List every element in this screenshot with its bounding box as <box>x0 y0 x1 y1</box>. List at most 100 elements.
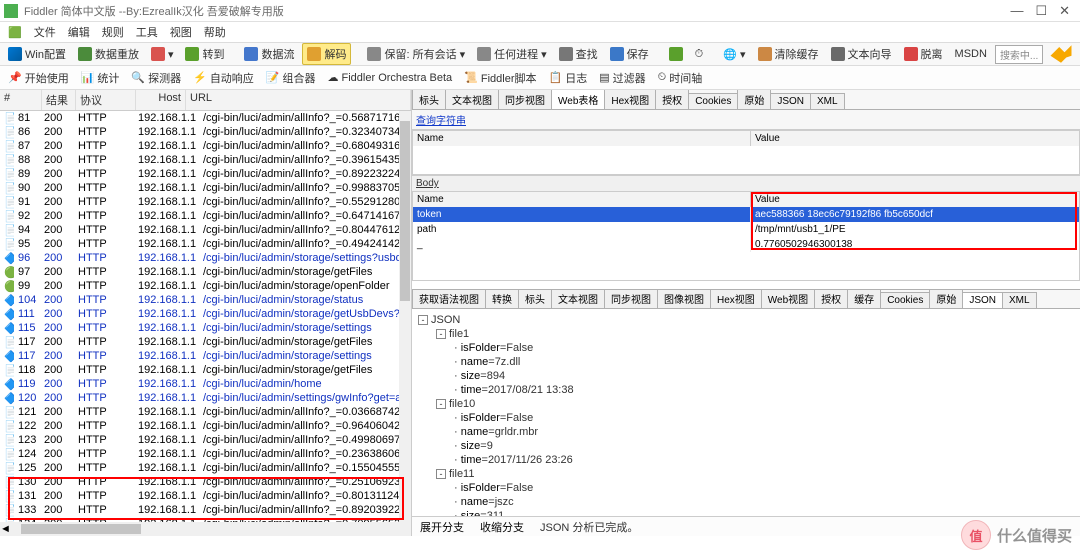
req-tab-9[interactable]: XML <box>810 93 845 109</box>
resp-tab-11[interactable]: 原始 <box>929 289 963 308</box>
session-row[interactable]: 📄95200HTTP192.168.1.1/cgi-bin/luci/admin… <box>0 237 411 251</box>
inspector-tab[interactable]: 🔍 探测器 <box>127 68 185 88</box>
session-row[interactable]: 📄91200HTTP192.168.1.1/cgi-bin/luci/admin… <box>0 195 411 209</box>
session-row[interactable]: 📄94200HTTP192.168.1.1/cgi-bin/luci/admin… <box>0 223 411 237</box>
body-row[interactable]: tokenaec588366 18ec6c79192f86 fb5c650dcf <box>413 207 1079 222</box>
find-button[interactable]: 查找 <box>555 44 602 64</box>
go-button[interactable]: 转到 <box>181 44 228 64</box>
autoresponder-tab[interactable]: ⚡ 自动响应 <box>189 68 258 88</box>
session-row[interactable]: 🟢97200HTTP192.168.1.1/cgi-bin/luci/admin… <box>0 265 411 279</box>
col-host[interactable]: Host <box>136 90 186 110</box>
close-button[interactable]: ✕ <box>1059 3 1070 19</box>
menu-view[interactable]: 视图 <box>170 24 192 40</box>
browser-button[interactable]: 🌐 ▾ <box>719 46 749 63</box>
body-header[interactable]: Body <box>412 175 1080 191</box>
session-row[interactable]: 📄92200HTTP192.168.1.1/cgi-bin/luci/admin… <box>0 209 411 223</box>
resp-tab-0[interactable]: 获取语法视图 <box>412 289 486 308</box>
session-row[interactable]: 📄87200HTTP192.168.1.1/cgi-bin/luci/admin… <box>0 139 411 153</box>
menu-rules[interactable]: 规则 <box>102 24 124 40</box>
menu-tools[interactable]: 工具 <box>136 24 158 40</box>
collapse-button[interactable]: 收缩分支 <box>480 519 524 535</box>
session-row[interactable]: 📄118200HTTP192.168.1.1/cgi-bin/luci/admi… <box>0 363 411 377</box>
session-row[interactable]: 📄134200HTTP192.168.1.1/cgi-bin/luci/admi… <box>0 517 411 522</box>
process-dropdown[interactable]: 任何进程 ▾ <box>473 44 551 64</box>
session-row[interactable]: 🔷96200HTTP192.168.1.1/cgi-bin/luci/admin… <box>0 251 411 265</box>
save-button[interactable]: 保存 <box>606 44 653 64</box>
session-row[interactable]: 🔷120200HTTP192.168.1.1/cgi-bin/luci/admi… <box>0 391 411 405</box>
session-row[interactable]: 📄122200HTTP192.168.1.1/cgi-bin/luci/admi… <box>0 419 411 433</box>
menu-edit[interactable]: 编辑 <box>68 24 90 40</box>
session-row[interactable]: 📄133200HTTP192.168.1.1/cgi-bin/luci/admi… <box>0 503 411 517</box>
req-tab-1[interactable]: 文本视图 <box>445 90 499 109</box>
req-tab-4[interactable]: Hex视图 <box>604 90 656 109</box>
session-row[interactable]: 📄121200HTTP192.168.1.1/cgi-bin/luci/admi… <box>0 405 411 419</box>
msdn-button[interactable]: MSDN <box>951 46 991 62</box>
json-tree[interactable]: -JSON-file1· isFolder=False· name=7z.dll… <box>412 309 1080 516</box>
menu-help[interactable]: 帮助 <box>204 24 226 40</box>
req-tab-5[interactable]: 授权 <box>655 90 689 109</box>
composer-tab[interactable]: 📝 组合器 <box>262 68 320 88</box>
expand-button[interactable]: 展开分支 <box>420 519 464 535</box>
qs-col-name[interactable]: Name <box>413 131 751 146</box>
script-tab[interactable]: 📜 Fiddler脚本 <box>460 68 540 88</box>
replay-button[interactable]: 数据重放 <box>74 44 143 64</box>
session-row[interactable]: 📄124200HTTP192.168.1.1/cgi-bin/luci/admi… <box>0 447 411 461</box>
resp-tab-12[interactable]: JSON <box>962 292 1003 309</box>
stats-tab[interactable]: 📊 统计 <box>77 68 124 88</box>
body-row[interactable]: _0.77605029463001​38 <box>413 237 1079 252</box>
session-row[interactable]: 📄90200HTTP192.168.1.1/cgi-bin/luci/admin… <box>0 181 411 195</box>
search-input[interactable]: 搜索中... <box>995 45 1043 64</box>
minimize-button[interactable]: — <box>1010 3 1023 19</box>
resp-tab-1[interactable]: 转换 <box>485 289 519 308</box>
resp-tab-13[interactable]: XML <box>1002 292 1037 308</box>
session-row[interactable]: 🟢99200HTTP192.168.1.1/cgi-bin/luci/admin… <box>0 279 411 293</box>
resp-tab-7[interactable]: Web视图 <box>761 289 815 308</box>
session-row[interactable]: 🔷104200HTTP192.168.1.1/cgi-bin/luci/admi… <box>0 293 411 307</box>
log-tab[interactable]: 📋 日志 <box>545 68 592 88</box>
body-row[interactable]: path/tmp/mnt/usb1_1/PE <box>413 222 1079 237</box>
horizontal-scrollbar[interactable]: ◄ <box>0 522 411 536</box>
body-col-name[interactable]: Name <box>413 192 751 207</box>
querystring-header[interactable]: 查询字符串 <box>412 110 1080 130</box>
vertical-scrollbar[interactable] <box>399 111 411 522</box>
resp-tab-3[interactable]: 文本视图 <box>551 289 605 308</box>
session-row[interactable]: 🔷111200HTTP192.168.1.1/cgi-bin/luci/admi… <box>0 307 411 321</box>
textwizard-button[interactable]: 文本向导 <box>827 44 896 64</box>
qs-col-value[interactable]: Value <box>751 131 1079 146</box>
session-row[interactable]: 🔷115200HTTP192.168.1.1/cgi-bin/luci/admi… <box>0 321 411 335</box>
timer-button[interactable]: ⏱ <box>691 46 708 63</box>
resp-tab-8[interactable]: 授权 <box>814 289 848 308</box>
stream-button[interactable]: 数据流 <box>240 44 298 64</box>
resp-tab-6[interactable]: Hex视图 <box>710 289 762 308</box>
col-result[interactable]: 结果 <box>42 90 76 110</box>
req-tab-7[interactable]: 原始 <box>737 90 771 109</box>
resp-tab-4[interactable]: 同步视图 <box>604 289 658 308</box>
maximize-button[interactable]: ☐ <box>1035 3 1047 19</box>
session-row[interactable]: 📄117200HTTP192.168.1.1/cgi-bin/luci/admi… <box>0 335 411 349</box>
resp-tab-2[interactable]: 标头 <box>518 289 552 308</box>
session-row[interactable]: 🔷117200HTTP192.168.1.1/cgi-bin/luci/admi… <box>0 349 411 363</box>
col-protocol[interactable]: 协议 <box>76 90 136 110</box>
session-row[interactable]: 📄131200HTTP192.168.1.1/cgi-bin/luci/admi… <box>0 489 411 503</box>
req-tab-2[interactable]: 同步视图 <box>498 90 552 109</box>
decode-button[interactable]: 解码 <box>302 43 351 65</box>
winconfig-button[interactable]: Win配置 <box>4 44 70 64</box>
req-tab-8[interactable]: JSON <box>770 93 811 109</box>
session-row[interactable]: 🔷119200HTTP192.168.1.1/cgi-bin/luci/admi… <box>0 377 411 391</box>
menu-file[interactable]: 文件 <box>34 24 56 40</box>
orchestra-tab[interactable]: ☁ Fiddler Orchestra Beta <box>324 69 457 86</box>
col-url[interactable]: URL <box>186 90 411 110</box>
body-col-value[interactable]: Value <box>751 192 1079 207</box>
req-tab-6[interactable]: Cookies <box>688 93 738 109</box>
resp-tab-5[interactable]: 图像视图 <box>657 289 711 308</box>
resp-tab-10[interactable]: Cookies <box>880 292 930 308</box>
filter-tab[interactable]: ▤ 过滤器 <box>595 68 649 88</box>
clearcache-button[interactable]: 清除缓存 <box>754 44 823 64</box>
col-id[interactable]: # <box>0 90 42 110</box>
tearoff-button[interactable]: 脱离 <box>900 44 947 64</box>
session-row[interactable]: 📄130200HTTP192.168.1.1/cgi-bin/luci/admi… <box>0 475 411 489</box>
session-row[interactable]: 📄89200HTTP192.168.1.1/cgi-bin/luci/admin… <box>0 167 411 181</box>
remove-button[interactable]: ▾ <box>147 45 178 63</box>
timeline-tab[interactable]: ⏲ 时间轴 <box>654 68 707 88</box>
session-row[interactable]: 📄88200HTTP192.168.1.1/cgi-bin/luci/admin… <box>0 153 411 167</box>
